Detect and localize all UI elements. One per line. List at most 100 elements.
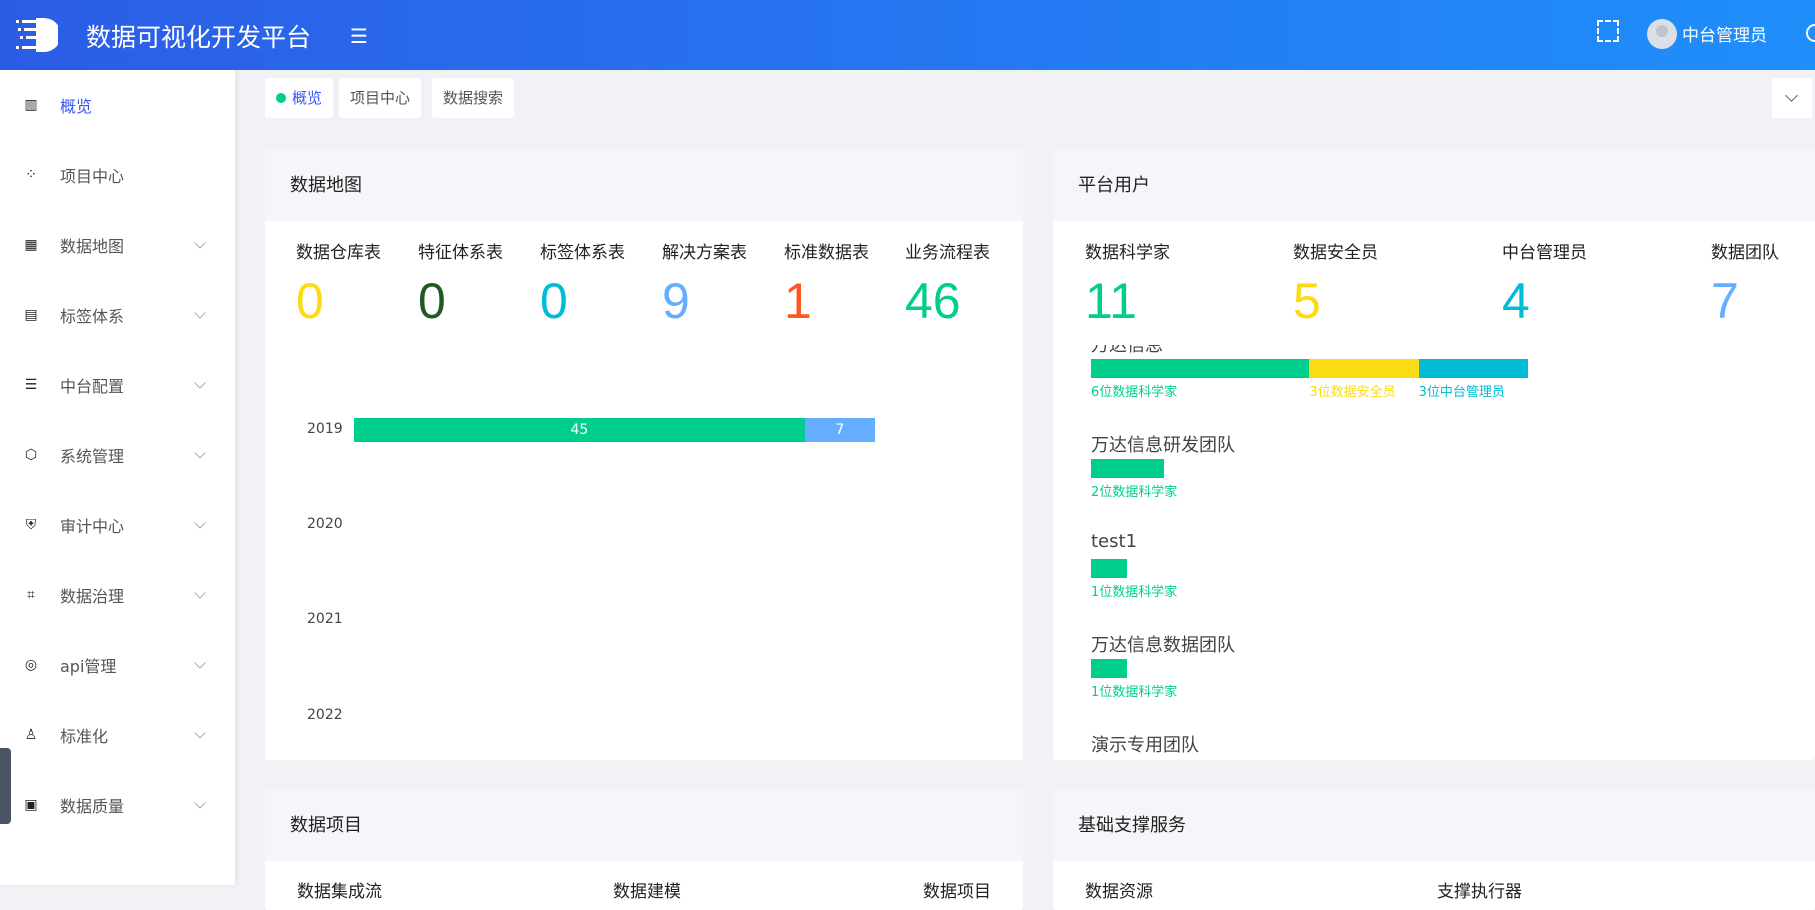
- shield-user-icon: ⛨: [25, 517, 37, 533]
- dashboard-icon: ▣: [24, 797, 38, 813]
- team-bar-segment[interactable]: [1418, 359, 1528, 378]
- sidebar-item[interactable]: ▤ 标签体系: [0, 280, 235, 350]
- stat-label: 业务流程表: [905, 243, 990, 263]
- team-bar: 2位数据科学家: [1091, 459, 1235, 500]
- team-bar-segment[interactable]: [1091, 659, 1128, 678]
- sidebar-item[interactable]: ⬡ 系统管理: [0, 420, 235, 490]
- sidebar-item[interactable]: ▣ 数据质量: [0, 770, 235, 840]
- stat-label: 特征体系表: [418, 243, 503, 263]
- stat-item: 数据仓库表 0: [296, 238, 381, 329]
- user-name[interactable]: 中台管理员: [1682, 21, 1767, 46]
- chevron-down-icon: [194, 657, 206, 669]
- team-name: 万达信息研发团队: [1091, 435, 1235, 456]
- bar-segment[interactable]: 7: [804, 418, 875, 442]
- team-bar-segment[interactable]: [1091, 559, 1128, 578]
- bar-chart-icon: ▥: [24, 97, 38, 113]
- stat-value: 46: [905, 273, 961, 329]
- sidebar-item[interactable]: ▥ 概览: [0, 70, 235, 140]
- sidebar-item-label: 数据治理: [60, 587, 125, 606]
- sidebar-item[interactable]: ⁘ 项目中心: [0, 140, 235, 210]
- stat-value: 5: [1293, 273, 1321, 329]
- team-segment-label: 6位数据科学家: [1091, 385, 1178, 400]
- chevron-down-icon: [194, 517, 206, 529]
- user-gear-icon: ♙: [24, 727, 38, 743]
- sidebar-item-label: 审计中心: [60, 517, 125, 536]
- team-row: test1 1位数据科学家: [1091, 531, 1177, 631]
- code-file-icon: ⌗: [27, 587, 35, 603]
- team-segment-label: 1位数据科学家: [1091, 585, 1178, 600]
- table-icon: ▤: [24, 307, 38, 323]
- tabs-dropdown-button[interactable]: [1772, 78, 1812, 118]
- team-name: 万达信息数据团队: [1091, 635, 1235, 656]
- stat-value: 0: [418, 273, 446, 329]
- stat-value: 7: [1711, 273, 1739, 329]
- team-segment-label: 3位中台管理员: [1418, 385, 1505, 400]
- stat-label: 数据建模: [613, 882, 681, 902]
- stat-value: 4: [1502, 273, 1530, 329]
- logout-icon[interactable]: [1806, 24, 1815, 42]
- sidebar-item-label: 数据质量: [60, 797, 125, 816]
- sidebar-item-label: 中台配置: [60, 377, 125, 396]
- sidebar-item-label: 概览: [60, 97, 93, 116]
- sliders-icon: ☰: [24, 377, 38, 393]
- chevron-down-icon: [194, 587, 206, 599]
- stat-item: 业务流程表 46: [905, 238, 990, 329]
- stat-label: 解决方案表: [662, 243, 747, 263]
- stat-value: 0: [296, 273, 324, 329]
- stat-item: 解决方案表 9: [662, 238, 747, 329]
- grid-icon: ⁘: [25, 167, 37, 183]
- floating-widget[interactable]: [0, 748, 11, 824]
- sidebar-item-label: 项目中心: [60, 167, 125, 186]
- stat-item: 数据团队 7: [1711, 238, 1779, 329]
- y-tick-label: 2022: [307, 707, 343, 723]
- tab-project-center[interactable]: 项目中心: [339, 78, 422, 118]
- chevron-down-icon: [194, 377, 206, 389]
- team-name: 演示专用团队: [1091, 735, 1199, 756]
- menu-collapse-icon[interactable]: ☰: [350, 24, 368, 48]
- team-name: 万达信息: [1091, 345, 1163, 356]
- stat-item: 数据科学家 11: [1085, 238, 1170, 329]
- bar-segment[interactable]: 45: [354, 418, 805, 442]
- chevron-down-icon: [194, 307, 206, 319]
- avatar[interactable]: [1647, 19, 1677, 49]
- data-map-card: 数据地图 数据仓库表 0 特征体系表 0 标签体系表 0 解决方案表 9 标准数据表 1 业务流程表…: [265, 150, 1023, 760]
- target-icon: ◎: [24, 657, 38, 673]
- team-bar-segment[interactable]: [1091, 359, 1310, 378]
- sidebar-item[interactable]: ⛨ 审计中心: [0, 490, 235, 560]
- stat-value: 1: [784, 273, 812, 329]
- sidebar-item[interactable]: ♙ 标准化: [0, 700, 235, 770]
- team-name: test1: [1091, 531, 1138, 552]
- card-title: 数据地图: [265, 150, 1023, 221]
- base-services-card: 基础支撑服务 数据资源 支撑执行器: [1053, 790, 1815, 910]
- tab-label: 概览: [292, 89, 323, 107]
- sidebar-item-label: 系统管理: [60, 447, 125, 466]
- stat-label: 数据项目: [923, 882, 991, 902]
- chevron-down-icon: [194, 447, 206, 459]
- team-row: 演示专用团队: [1091, 731, 1199, 760]
- tab-data-search[interactable]: 数据搜索: [432, 78, 515, 118]
- team-segment-label: 2位数据科学家: [1091, 485, 1178, 500]
- sidebar-item-label: 数据地图: [60, 237, 125, 256]
- team-segment-label: 1位数据科学家: [1091, 685, 1178, 700]
- team-bar-segment[interactable]: [1309, 359, 1419, 378]
- building-icon: ▦: [24, 237, 38, 253]
- team-bar: [1091, 759, 1199, 760]
- active-dot: [276, 93, 286, 103]
- top-header: 数据可视化开发平台 ☰ 中台管理员: [0, 0, 1815, 70]
- stat-value: 0: [540, 273, 568, 329]
- team-row: 万达信息数据团队 1位数据科学家: [1091, 631, 1235, 731]
- stat-label: 标签体系表: [540, 243, 625, 263]
- sidebar-item[interactable]: ▦ 数据地图: [0, 210, 235, 280]
- sidebar-item[interactable]: ☰ 中台配置: [0, 350, 235, 420]
- y-tick-label: 2021: [307, 611, 343, 627]
- stat-item: 中台管理员 4: [1502, 238, 1587, 329]
- team-list[interactable]: 万达信息 6位数据科学家 3位数据安全员 3位中台管理员 万达信息研发团队 2位数据科学家…: [1053, 345, 1815, 760]
- tab-overview[interactable]: 概览: [265, 78, 334, 118]
- sidebar-item[interactable]: ◎ api管理: [0, 630, 235, 700]
- team-bar-segment[interactable]: [1091, 459, 1164, 478]
- stat-item: 特征体系表 0: [418, 238, 503, 329]
- sidebar-item[interactable]: ⌗ 数据治理: [0, 560, 235, 630]
- stat-label: 数据科学家: [1085, 243, 1170, 263]
- stat-label: 标准数据表: [784, 243, 869, 263]
- fullscreen-icon[interactable]: [1597, 20, 1619, 42]
